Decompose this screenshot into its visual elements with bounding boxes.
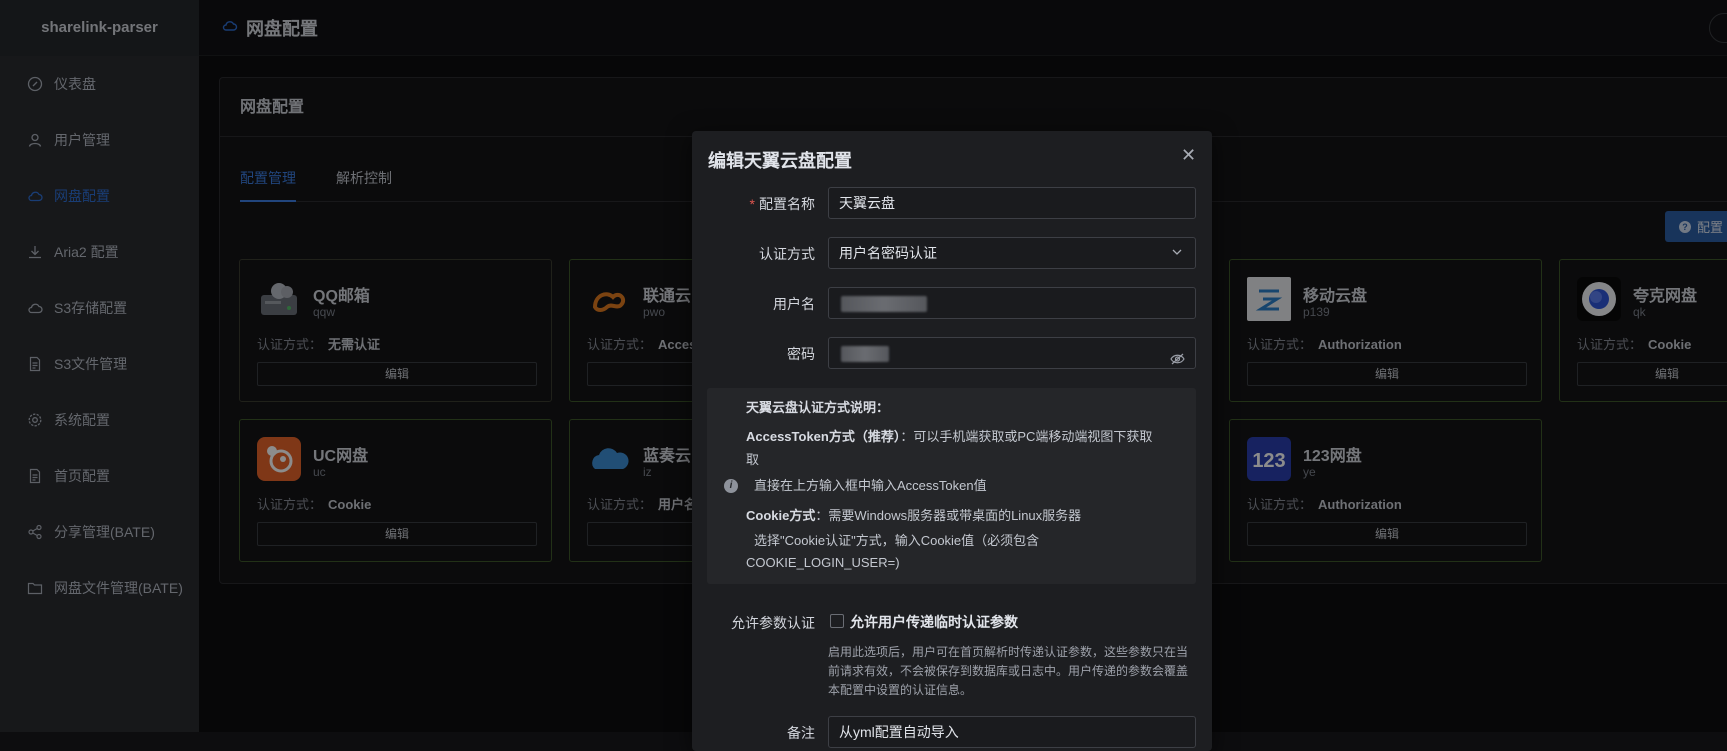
auth-method-select[interactable]: 用户名密码认证 [828,237,1196,269]
cookie-title: Cookie方式 [746,508,816,523]
auth-method-label: 认证方式 [759,246,815,262]
allow-param-checkbox-label[interactable]: 允许用户传递临时认证参数 [850,612,1018,632]
cookie-step-cont: COOKIE_LOGIN_USER=) [746,555,900,570]
token-step: 直接在上方输入框中输入AccessToken值 [754,478,987,493]
password-input[interactable] [828,337,1196,369]
info-heading: 天翼云盘认证方式说明： [746,400,890,415]
redacted-username [841,296,927,312]
close-icon[interactable]: ✕ [1181,145,1196,166]
config-name-input[interactable]: 天翼云盘 [828,187,1196,219]
allow-param-checkbox[interactable] [830,614,844,628]
cookie-desc: ：需要Windows服务器或带桌面的Linux服务器 [815,508,1082,523]
cookie-step: 选择"Cookie认证"方式，输入Cookie值（必须包含 [754,533,1040,548]
auth-info-box: i 天翼云盘认证方式说明： AccessToken方式（推荐）：可以手机端获取或… [707,388,1196,584]
note-label: 备注 [787,725,815,741]
eye-hidden-icon[interactable] [1170,346,1185,376]
note-input[interactable]: 从yml配置自动导入 [828,716,1196,748]
chevron-down-icon [1171,238,1183,268]
allow-param-label: 允许参数认证 [731,615,815,631]
redacted-password [841,346,889,362]
token-desc-cont: 取 [746,452,760,467]
allow-param-hint: 启用此选项后，用户可在首页解析时传递认证参数，这些参数只在当前请求有效，不会被保… [828,645,1189,697]
password-label: 密码 [787,346,815,362]
token-desc: ：可以手机端获取或PC端移动端视图下获取 [900,429,1153,444]
dialog-title: 编辑天翼云盘配置 [708,151,852,171]
token-title: AccessToken方式（推荐） [746,429,901,444]
info-icon: i [724,479,738,493]
edit-config-dialog: 编辑天翼云盘配置 ✕ * 配置名称 天翼云盘 认证方式 用户名密码认证 用户名 密… [692,131,1212,751]
username-label: 用户名 [773,296,815,312]
config-name-label: * 配置名称 [749,196,815,212]
username-input[interactable] [828,287,1196,319]
